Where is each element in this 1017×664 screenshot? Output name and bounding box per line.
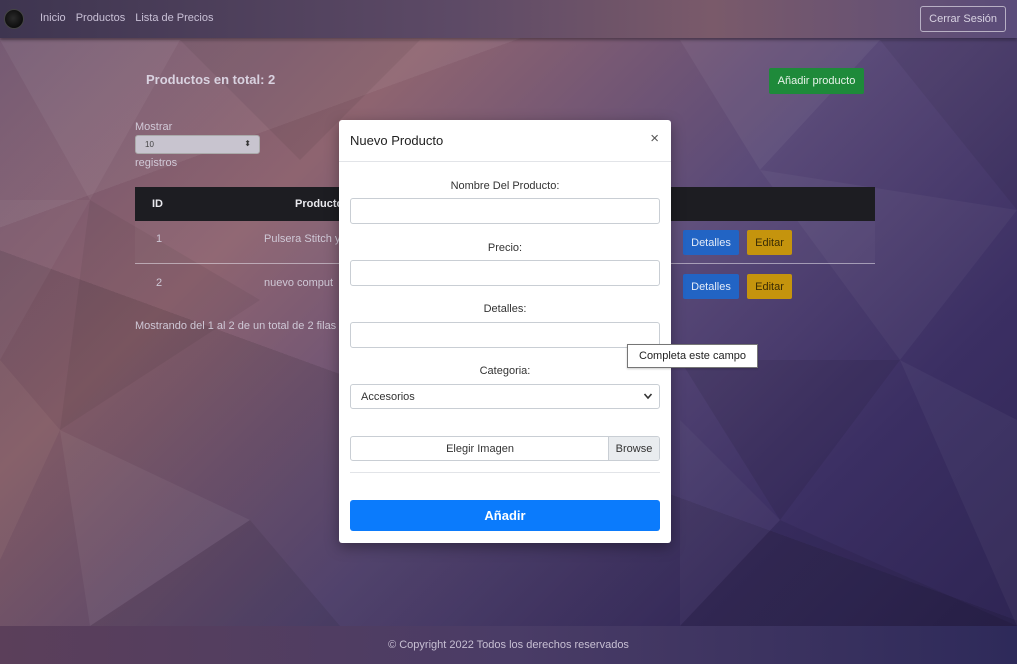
sort-arrows-icon: ⬍ [244,139,251,148]
page-title: Productos en total: 2 [146,72,276,87]
add-submit-button[interactable]: Añadir [350,500,660,531]
product-name-input[interactable] [350,198,660,224]
modal-title: Nuevo Producto [350,133,444,148]
modal-header: Nuevo Producto × [339,120,671,162]
details-input[interactable] [350,322,660,348]
nav-link-inicio[interactable]: Inicio [40,12,66,24]
validation-tooltip: Completa este campo [627,344,758,368]
nav-link-lista-precios[interactable]: Lista de Precios [135,12,213,24]
details-button[interactable]: Detalles [683,274,739,299]
footer-copyright: © Copyright 2022 Todos los derechos rese… [388,639,629,651]
product-name-label: Nombre Del Producto: [450,180,560,192]
file-input-label: Elegir Imagen [446,443,514,455]
table-info: Mostrando del 1 al 2 de un total de 2 fi… [135,320,337,332]
nav-links: Inicio Productos Lista de Precios [40,12,213,24]
entries-select[interactable]: 10 ⬍ [135,135,260,154]
column-header-product[interactable]: Producto [295,198,343,210]
browse-button[interactable]: Browse [608,437,659,460]
column-header-id[interactable]: ID [152,198,163,210]
records-label: registros [135,157,178,169]
price-label: Precio: [487,242,523,254]
show-entries-label: Mostrar [135,121,173,133]
top-navbar: Inicio Productos Lista de Precios Cerrar… [0,0,1017,38]
category-select-value: Accesorios [361,391,415,403]
new-product-modal: Nuevo Producto × Nombre Del Producto: Pr… [339,120,671,543]
details-label: Detalles: [483,303,527,315]
cell-product: nuevo comput [264,277,334,289]
edit-button[interactable]: Editar [747,274,792,299]
footer: © Copyright 2022 Todos los derechos rese… [0,626,1017,664]
nav-link-productos[interactable]: Productos [76,12,126,24]
edit-button[interactable]: Editar [747,230,792,255]
modal-divider [350,472,660,473]
cell-product: Pulsera Stitch y [264,233,341,245]
cell-id: 2 [156,277,163,289]
entries-select-value: 10 [145,140,154,149]
brand-logo[interactable] [4,9,24,29]
category-select[interactable]: Accesorios [350,384,660,409]
cell-id: 1 [156,233,163,245]
add-product-button[interactable]: Añadir producto [769,68,864,94]
chevron-down-icon [643,393,653,400]
close-icon[interactable]: × [650,131,659,146]
details-button[interactable]: Detalles [683,230,739,255]
price-input[interactable] [350,260,660,286]
image-file-input[interactable]: Elegir Imagen Browse [350,436,660,461]
category-label: Categoria: [479,365,531,377]
logout-button[interactable]: Cerrar Sesión [920,6,1006,32]
